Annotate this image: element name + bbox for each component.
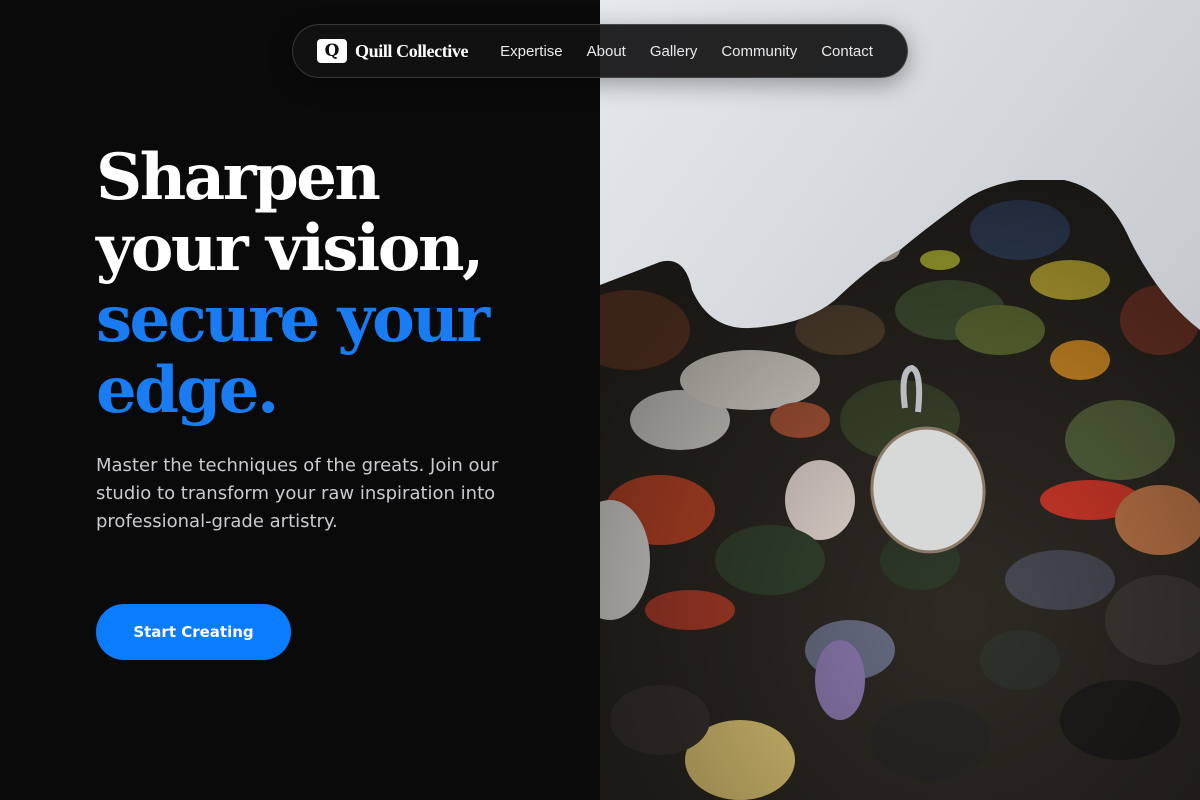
hero-image — [600, 0, 1200, 800]
hero-heading-line-2: your vision, — [96, 211, 484, 286]
brand-name: Quill Collective — [355, 40, 469, 61]
nav-links: Expertise About Gallery Community Contac… — [500, 43, 873, 60]
logo-letter: Q — [324, 40, 340, 61]
quill-logo-icon: Q — [317, 39, 347, 63]
top-navigation: Q Quill Collective Expertise About Galle… — [292, 24, 908, 78]
hero-heading-accent-line-2: edge. — [96, 353, 279, 428]
nav-link-gallery[interactable]: Gallery — [650, 43, 698, 60]
hero-subtext: Master the techniques of the greats. Joi… — [96, 455, 499, 532]
hero-heading: Sharpen your vision, secure your edge. — [96, 142, 616, 426]
nav-link-contact[interactable]: Contact — [821, 43, 873, 60]
nav-link-about[interactable]: About — [587, 43, 626, 60]
paint-palette-image — [600, 0, 1200, 800]
start-creating-button[interactable]: Start Creating — [96, 604, 291, 660]
hero-section: Sharpen your vision, secure your edge. M… — [0, 0, 600, 800]
nav-link-expertise[interactable]: Expertise — [500, 43, 563, 60]
hero-heading-line-1: Sharpen — [96, 140, 381, 215]
brand-logo[interactable]: Q Quill Collective — [317, 39, 468, 63]
hero-heading-accent-line-1: secure your — [96, 282, 490, 357]
landing-page: Sharpen your vision, secure your edge. M… — [0, 0, 1200, 800]
nav-link-community[interactable]: Community — [721, 43, 797, 60]
